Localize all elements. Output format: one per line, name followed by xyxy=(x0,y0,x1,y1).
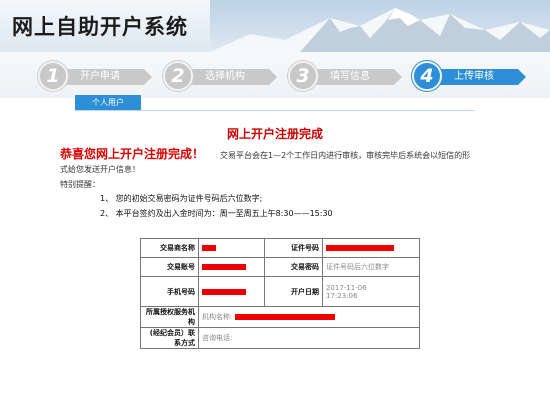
password-value: 证件号码后六位数字 xyxy=(321,257,421,277)
account-label: 交易账号 xyxy=(140,257,199,277)
open-date: 2017-11-06 xyxy=(325,283,367,292)
mountain-banner-image xyxy=(210,0,550,52)
header-banner: 网上自助开户系统 xyxy=(0,0,550,52)
table-row: 所属授权服务机构 机构名称: xyxy=(140,306,420,328)
open-time: 17:23:06 xyxy=(325,291,358,300)
phone-value xyxy=(198,276,265,307)
table-row: 交易商名称 证件号码 xyxy=(140,238,421,258)
contact-phone-label: 咨询电话: xyxy=(202,334,233,342)
step-label: 上传审核 xyxy=(440,69,518,85)
step-arrow xyxy=(394,69,402,85)
password-label: 交易密码 xyxy=(263,257,323,277)
tab-personal-user[interactable]: 个人用户 xyxy=(75,95,141,110)
step-label: 选择机构 xyxy=(191,69,269,85)
redaction-mark xyxy=(202,245,216,251)
redaction-mark xyxy=(202,288,246,295)
id-number-label: 证件号码 xyxy=(263,238,323,258)
step-arrow xyxy=(144,69,152,85)
progress-steps: 开户申请 1 选择机构 2 填写信息 3 上传审核 4 xyxy=(0,52,550,98)
congrats-text: 恭喜您网上开户注册完成！ xyxy=(60,147,205,161)
tip-item: 2、 本平台签约及出入金时间为：周一至周五上午8:30——15:30 xyxy=(100,209,333,218)
step-number: 1 xyxy=(38,61,68,91)
org-name-label: 机构名称: xyxy=(202,313,233,321)
account-info-table: 交易商名称 证件号码 交易账号 交易密码 证件号码后六位数字 手机号码 开户日期… xyxy=(140,238,421,349)
redaction-mark xyxy=(234,314,335,320)
review-notice-cont: 式给您发送开户信息！ xyxy=(60,165,140,174)
tips-heading: 特别提醒： xyxy=(60,180,100,189)
trader-name-value xyxy=(198,238,265,258)
contact-label: (经纪会员）联系方式 xyxy=(140,327,199,349)
org-name-cell: 机构名称: xyxy=(198,306,420,328)
step-number: 3 xyxy=(288,61,318,91)
redaction-mark xyxy=(325,245,394,251)
table-row: 交易账号 交易密码 证件号码后六位数字 xyxy=(140,257,421,277)
step-label: 填写信息 xyxy=(316,69,394,85)
account-value xyxy=(198,257,265,277)
page-title: 网上开户注册完成 xyxy=(226,127,323,141)
contact-phone-cell: 咨询电话: xyxy=(198,327,420,349)
app-title: 网上自助开户系统 xyxy=(12,15,188,39)
main-content: 网上开户注册完成 恭喜您网上开户注册完成！ 交易平台会在1—2个工作日内进行审核… xyxy=(60,125,490,218)
step-number: 2 xyxy=(163,61,193,91)
open-date-label: 开户日期 xyxy=(263,276,323,307)
tip-item: 1、 您的初始交易密码为证件号码后六位数字; xyxy=(100,194,263,203)
redaction-mark xyxy=(202,264,246,270)
step-arrow xyxy=(269,69,277,85)
step-arrow xyxy=(518,69,526,85)
table-row: 手机号码 开户日期 2017-11-06 17:23:06 xyxy=(140,276,421,307)
id-number-value xyxy=(321,238,421,258)
trader-name-label: 交易商名称 xyxy=(140,238,199,258)
step-label: 开户申请 xyxy=(66,69,144,85)
table-row: (经纪会员）联系方式 咨询电话: xyxy=(140,327,420,349)
phone-label: 手机号码 xyxy=(140,276,199,307)
step-number: 4 xyxy=(412,61,442,91)
open-date-value: 2017-11-06 17:23:06 xyxy=(321,276,421,307)
review-notice: 交易平台会在1—2个工作日内进行审核，审核完毕后系统会以短信的形 xyxy=(220,151,471,160)
org-label: 所属授权服务机构 xyxy=(140,306,199,328)
